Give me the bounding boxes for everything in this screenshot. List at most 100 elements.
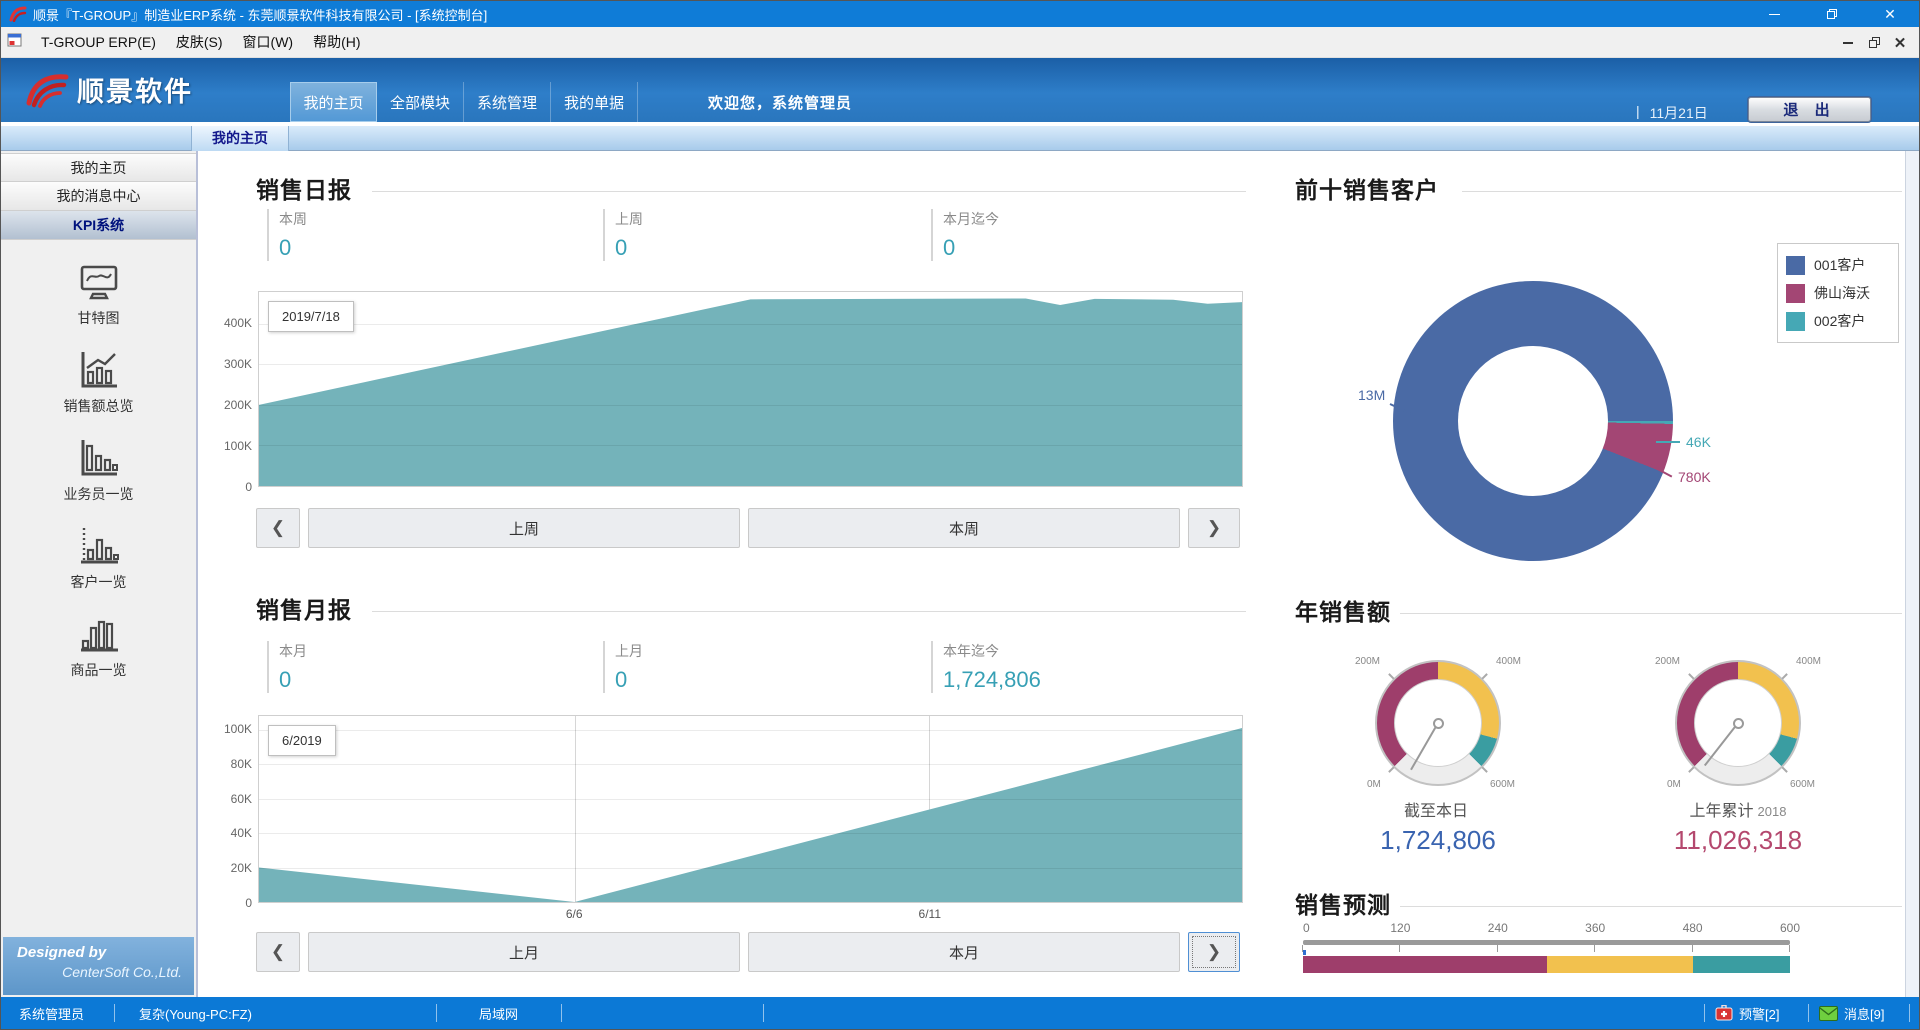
pie-label-13m: 13M xyxy=(1358,387,1385,403)
sidebar-item-message-center[interactable]: 我的消息中心 xyxy=(1,182,196,211)
gauge-axis-label: 0M xyxy=(1667,779,1681,790)
sidebar-item-my-homepage[interactable]: 我的主页 xyxy=(1,153,196,182)
tab-all-modules[interactable]: 全部模块 xyxy=(377,82,464,122)
vertical-scrollbar[interactable] xyxy=(1905,151,1919,999)
current-date: 11月21日 xyxy=(1650,103,1708,123)
section-divider xyxy=(372,191,1246,192)
kpi-item-label: 商品一览 xyxy=(71,660,127,680)
salesman-list-icon xyxy=(77,436,121,480)
pie-label-46k: 46K xyxy=(1686,434,1711,450)
gauge-tick xyxy=(1481,766,1487,772)
close-button[interactable]: ✕ xyxy=(1861,1,1919,27)
section-divider xyxy=(372,611,1246,612)
menu-help[interactable]: 帮助(H) xyxy=(303,27,370,57)
stat-value: 0 xyxy=(279,667,507,693)
window-title: 顺景『T-GROUP』制造业ERP系统 - 东莞顺景软件科技有限公司 - [系统… xyxy=(33,5,487,24)
tab-my-documents[interactable]: 我的单据 xyxy=(551,82,638,122)
daily-last-week-button[interactable]: 上周 xyxy=(308,508,740,548)
pie-label-780k: 780K xyxy=(1678,469,1711,485)
stat-value: 0 xyxy=(615,235,843,261)
daily-sales-chart: 400K300K200K100K0 2019/7/18 xyxy=(258,291,1243,487)
minimize-button[interactable] xyxy=(1745,1,1803,27)
mdi-minimize-button[interactable] xyxy=(1835,42,1861,44)
legend-marker xyxy=(1786,284,1805,303)
sales-total-icon xyxy=(77,348,121,392)
monthly-next-arrow-button[interactable]: ❯ xyxy=(1188,932,1240,972)
kpi-item-salesman-list[interactable]: 业务员一览 xyxy=(1,430,196,518)
donut-legend: 001客户 佛山海沃 002客户 xyxy=(1777,243,1899,343)
welcome-message: 欢迎您，系统管理员 xyxy=(708,82,852,122)
daily-this-week-button[interactable]: 本周 xyxy=(748,508,1180,548)
kpi-item-gantt-chart[interactable]: 甘特图 xyxy=(1,254,196,342)
mdi-close-button[interactable]: ✕ xyxy=(1887,34,1913,52)
status-separator xyxy=(1704,1004,1705,1022)
status-machine: 复杂(Young-PC:FZ) xyxy=(139,997,252,1029)
stat-value: 0 xyxy=(615,667,843,693)
section-divider xyxy=(1462,191,1902,192)
monthly-prev-arrow-button[interactable]: ❮ xyxy=(256,932,300,972)
monthly-last-month-button[interactable]: 上月 xyxy=(308,932,740,972)
legend-item-001[interactable]: 001客户 xyxy=(1786,251,1890,279)
menu-tgroup-erp[interactable]: T-GROUP ERP(E) xyxy=(31,27,166,57)
alerts-label: 预警[2] xyxy=(1739,1004,1779,1023)
x-axis-labels xyxy=(258,487,1243,505)
tab-my-homepage[interactable]: 我的主页 xyxy=(290,82,377,122)
menu-window[interactable]: 窗口(W) xyxy=(233,27,304,57)
gauge-tick xyxy=(1781,766,1787,772)
status-separator xyxy=(561,1004,562,1022)
status-messages[interactable]: 消息[9] xyxy=(1819,997,1884,1029)
app-logo-icon xyxy=(9,6,27,22)
daily-next-arrow-button[interactable]: ❯ xyxy=(1188,508,1240,548)
forecast-tick-labels: 0120240360480600 xyxy=(1303,921,1790,935)
brand-logo: 顺景软件 xyxy=(23,70,193,109)
gauge-block-last-year: 200M 400M 0M 600M 上年累计2018 11,026,318 xyxy=(1628,660,1848,856)
restore-icon xyxy=(1827,9,1837,19)
restore-icon xyxy=(1869,37,1880,48)
menu-skin[interactable]: 皮肤(S) xyxy=(166,27,233,57)
gauge-tick xyxy=(1388,673,1394,679)
sales-forecast-title: 销售预测 xyxy=(1295,886,1391,920)
monthly-this-month-button[interactable]: 本月 xyxy=(748,932,1180,972)
sidebar-item-kpi-system[interactable]: KPI系统 xyxy=(1,211,196,240)
status-separator xyxy=(1909,1004,1910,1022)
x-axis-labels: 6/66/11 xyxy=(258,903,1243,921)
gauge-axis-label: 200M xyxy=(1655,656,1680,667)
kpi-item-sales-total[interactable]: 销售额总览 xyxy=(1,342,196,430)
exit-button[interactable]: 退 出 xyxy=(1748,97,1871,122)
kpi-shortcut-list: 甘特图 销售额总览 业务员一览 xyxy=(1,240,196,694)
daily-prev-arrow-button[interactable]: ❮ xyxy=(256,508,300,548)
legend-label: 002客户 xyxy=(1814,311,1865,331)
erp-application-window: 顺景『T-GROUP』制造业ERP系统 - 东莞顺景软件科技有限公司 - [系统… xyxy=(0,0,1920,1030)
kpi-item-customer-list[interactable]: 客户一览 xyxy=(1,518,196,606)
stat-year-to-date: 本年迄今 1,724,806 xyxy=(931,641,1171,693)
gauge-tick xyxy=(1481,673,1487,679)
minimize-icon xyxy=(1769,14,1780,15)
restore-button[interactable] xyxy=(1803,1,1861,27)
stat-value: 0 xyxy=(279,235,507,261)
legend-item-002[interactable]: 002客户 xyxy=(1786,307,1890,335)
mdi-tab-my-homepage[interactable]: 我的主页 xyxy=(191,126,289,151)
gauge-last-year[interactable]: 200M 400M 0M 600M xyxy=(1675,660,1801,786)
monthly-sales-plot-area[interactable]: 6/2019 xyxy=(258,715,1243,903)
forecast-stacked-bar[interactable] xyxy=(1303,956,1790,973)
daily-sales-plot-area[interactable]: 2019/7/18 xyxy=(258,291,1243,487)
kpi-item-label: 甘特图 xyxy=(78,308,120,328)
kpi-item-label: 销售额总览 xyxy=(64,396,134,416)
tab-system-management[interactable]: 系统管理 xyxy=(464,82,551,122)
legend-item-foshan[interactable]: 佛山海沃 xyxy=(1786,279,1890,307)
header-date: | 11月21日 xyxy=(1636,103,1708,123)
status-alerts[interactable]: 预警[2] xyxy=(1715,997,1779,1029)
close-icon: ✕ xyxy=(1894,34,1907,52)
gauge-today[interactable]: 200M 400M 0M 600M xyxy=(1375,660,1501,786)
legend-marker xyxy=(1786,256,1805,275)
customers-donut[interactable] xyxy=(1393,281,1673,561)
company-name: CenterSoft Co.,Ltd. xyxy=(17,964,182,980)
pie-leader-line xyxy=(1656,441,1680,443)
legend-label: 佛山海沃 xyxy=(1814,283,1870,303)
messages-label: 消息[9] xyxy=(1844,1004,1884,1023)
kpi-item-product-list[interactable]: 商品一览 xyxy=(1,606,196,694)
mdi-restore-button[interactable] xyxy=(1861,37,1887,48)
gauge-axis-label: 600M xyxy=(1790,779,1815,790)
product-list-icon xyxy=(77,612,121,656)
y-axis-labels: 400K300K200K100K0 xyxy=(206,291,252,487)
